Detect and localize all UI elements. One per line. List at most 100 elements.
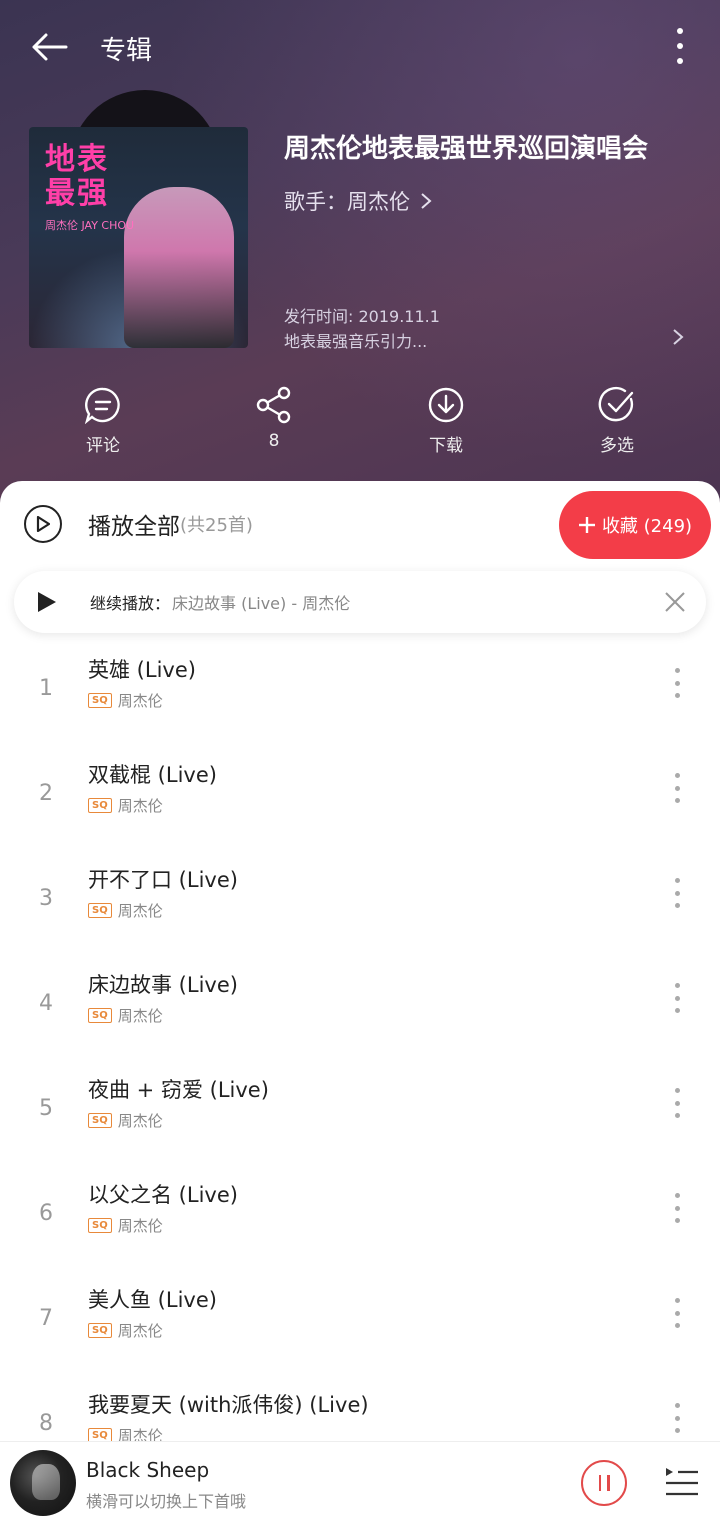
track-number: 8 (39, 1411, 53, 1436)
track-title: 我要夏天 (with派伟俊) (Live) (88, 1393, 369, 1417)
track-more-button[interactable] (675, 878, 681, 908)
cover-title: 地表 最强 (45, 142, 109, 211)
track-artist: 周杰伦 (117, 1322, 163, 1340)
comment-icon (83, 385, 123, 425)
track-row[interactable]: 6 以父之名 (Live) SQ 周杰伦 (0, 1163, 720, 1268)
playlist-queue-icon[interactable] (664, 1466, 700, 1500)
track-row[interactable]: 3 开不了口 (Live) SQ 周杰伦 (0, 848, 720, 953)
sq-quality-badge: SQ (88, 693, 112, 708)
close-icon[interactable] (664, 591, 686, 613)
arrow-left-icon (32, 33, 68, 61)
page-title: 专辑 (100, 36, 153, 66)
track-meta: SQ 周杰伦 (88, 1005, 163, 1026)
release-date: 发行时间: 2019.11.1 (284, 307, 440, 326)
track-meta: SQ 周杰伦 (88, 690, 163, 711)
track-number: 2 (39, 781, 53, 806)
chevron-right-icon[interactable] (672, 328, 684, 346)
album-description[interactable]: 地表最强音乐引力... (284, 328, 427, 352)
sq-quality-badge: SQ (88, 1218, 112, 1233)
track-number: 6 (39, 1201, 53, 1226)
artist-figure (124, 187, 234, 348)
track-title: 美人鱼 (Live) (88, 1288, 217, 1312)
track-row[interactable]: 4 床边故事 (Live) SQ 周杰伦 (0, 953, 720, 1058)
track-artist: 周杰伦 (117, 797, 163, 815)
top-bar: 专辑 (0, 0, 720, 92)
track-artist: 周杰伦 (117, 1217, 163, 1235)
track-more-button[interactable] (675, 1193, 681, 1223)
track-title: 开不了口 (Live) (88, 868, 238, 892)
sq-quality-badge: SQ (88, 798, 112, 813)
chevron-right-icon (421, 193, 432, 209)
play-icon (24, 505, 62, 543)
track-number: 5 (39, 1096, 53, 1121)
album-name: 周杰伦地表最强世界巡回演唱会 (284, 134, 649, 164)
track-list-panel: 播放全部 (共25首) 收藏 (249) 继续播放： 床边故事 (Live) -… (0, 481, 720, 1525)
sq-quality-badge: SQ (88, 1008, 112, 1023)
comment-button[interactable]: 评论 (43, 385, 163, 456)
track-more-button[interactable] (675, 983, 681, 1013)
continue-song: 床边故事 (Live) - 周杰伦 (172, 594, 351, 613)
track-more-button[interactable] (675, 773, 681, 803)
artist-label: 歌手：周杰伦 (284, 190, 410, 214)
track-row[interactable]: 5 夜曲 + 窃爱 (Live) SQ 周杰伦 (0, 1058, 720, 1163)
share-count: 8 (268, 431, 280, 451)
track-more-button[interactable] (675, 1298, 681, 1328)
track-title: 双截棍 (Live) (88, 763, 217, 787)
multi-select-label: 多选 (600, 436, 634, 456)
track-artist: 周杰伦 (117, 902, 163, 920)
track-title: 以父之名 (Live) (88, 1183, 238, 1207)
now-playing-cover[interactable] (10, 1450, 76, 1516)
track-number: 3 (39, 886, 53, 911)
action-bar: 评论 8 下载 多选 (0, 385, 720, 465)
sq-quality-badge: SQ (88, 1113, 112, 1128)
track-artist: 周杰伦 (117, 1112, 163, 1130)
track-row[interactable]: 2 双截棍 (Live) SQ 周杰伦 (0, 743, 720, 848)
play-icon (38, 592, 56, 612)
track-more-button[interactable] (675, 1088, 681, 1118)
back-button[interactable] (26, 24, 72, 70)
track-row[interactable]: 1 英雄 (Live) SQ 周杰伦 (0, 638, 720, 743)
track-title: 夜曲 + 窃爱 (Live) (88, 1078, 269, 1102)
sq-quality-badge: SQ (88, 1323, 112, 1338)
multi-select-button[interactable]: 多选 (557, 385, 677, 456)
comment-label: 评论 (86, 436, 120, 456)
multi-select-icon (597, 385, 637, 425)
track-meta: SQ 周杰伦 (88, 1320, 163, 1341)
now-playing-hint: 横滑可以切换上下首哦 (86, 1492, 247, 1511)
download-button[interactable]: 下载 (386, 385, 506, 456)
album-header: 专辑 地表 最强 周杰伦 JAY CHOU 周杰伦地表最强世界巡回演唱会 歌手：周… (0, 0, 720, 520)
track-more-button[interactable] (675, 1403, 681, 1433)
track-count: (共25首) (180, 515, 253, 536)
cover-subtitle: 周杰伦 JAY CHOU (45, 219, 135, 232)
continue-label: 继续播放： (90, 594, 171, 613)
collect-button[interactable]: 收藏 (249) (559, 491, 711, 559)
track-number: 7 (39, 1306, 53, 1331)
track-title: 床边故事 (Live) (88, 973, 238, 997)
track-artist: 周杰伦 (117, 1007, 163, 1025)
plus-icon (578, 517, 595, 533)
download-icon (426, 385, 466, 425)
pause-button[interactable] (581, 1460, 627, 1506)
share-button[interactable]: 8 (214, 385, 334, 451)
play-all-label: 播放全部 (88, 514, 180, 540)
continue-playing-bar[interactable]: 继续播放： 床边故事 (Live) - 周杰伦 (14, 571, 706, 633)
track-artist: 周杰伦 (117, 692, 163, 710)
collect-label: 收藏 (249) (601, 516, 693, 537)
track-number: 1 (39, 676, 53, 701)
download-label: 下载 (429, 436, 463, 456)
now-playing-title: Black Sheep (86, 1458, 210, 1482)
more-options-button[interactable] (670, 24, 690, 68)
sq-quality-badge: SQ (88, 903, 112, 918)
album-cover[interactable]: 地表 最强 周杰伦 JAY CHOU (29, 127, 248, 348)
artist-link[interactable]: 歌手：周杰伦 (284, 186, 432, 216)
play-all-button[interactable]: 播放全部 (共25首) (24, 505, 253, 543)
mini-player[interactable]: Black Sheep 横滑可以切换上下首哦 (0, 1441, 720, 1525)
track-meta: SQ 周杰伦 (88, 1110, 163, 1131)
track-meta: SQ 周杰伦 (88, 795, 163, 816)
track-number: 4 (39, 991, 53, 1016)
track-meta: SQ 周杰伦 (88, 1215, 163, 1236)
track-more-button[interactable] (675, 668, 681, 698)
track-title: 英雄 (Live) (88, 658, 196, 682)
track-row[interactable]: 7 美人鱼 (Live) SQ 周杰伦 (0, 1268, 720, 1373)
share-icon (254, 385, 294, 425)
